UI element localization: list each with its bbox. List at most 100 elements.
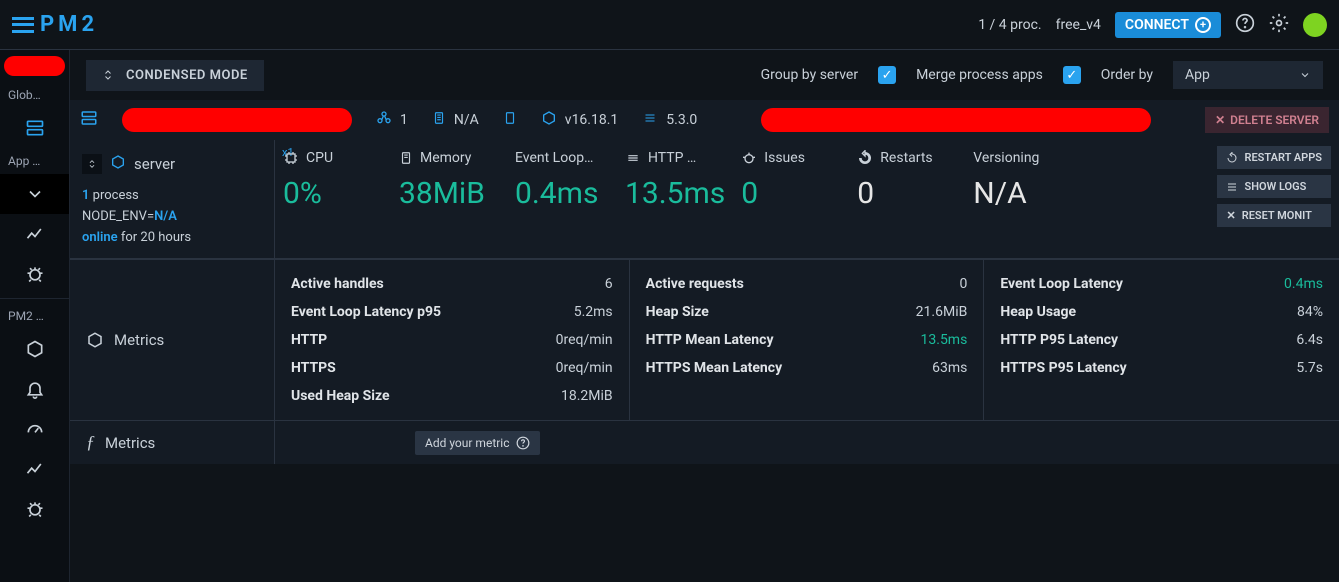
metric-row[interactable]: Heap Size 21.6MiB [646,298,968,326]
mem-value: N/A [454,112,479,128]
metric-key: Event Loop Latency [1000,276,1123,292]
main: CONDENSED MODE Group by server ✓ Merge p… [70,50,1339,582]
server-icon [80,109,98,131]
metric-row[interactable]: HTTP P95 Latency6.4s [1000,326,1323,354]
metric-value: 6.4s [1296,332,1323,348]
bug-icon [741,150,757,166]
collapse-button[interactable] [82,154,102,174]
status: online [82,230,118,245]
mem-stat: N/A [432,110,479,130]
memory-icon [432,110,446,130]
metric-row[interactable]: HTTP0req/min [291,326,613,354]
server-stat-bar: 1 N/A v16.18.1 5.3.0 ✕ DELETE SERVER [70,100,1339,140]
sidebar-item-gauge[interactable] [0,409,69,449]
help-icon[interactable] [1235,13,1255,37]
metric-key: HTTPS Mean Latency [646,360,782,376]
metric-row[interactable]: Active requests0 [646,270,968,298]
custom-metrics-label: ƒ Metrics [70,421,275,464]
metric-key: Heap Size [646,304,709,320]
order-by-select[interactable]: App [1173,61,1323,89]
sidebar-item-bug2[interactable] [0,489,69,529]
metric-version[interactable]: Versioning N/A [965,150,1095,211]
metric-row[interactable]: Event Loop Latency p955.2ms [291,298,613,326]
connect-label: CONNECT [1125,17,1189,33]
version-value: N/A [973,176,1087,211]
sidebar-item-servers[interactable] [0,108,69,148]
metric-row[interactable]: Active handles6 [291,270,613,298]
metric-http[interactable]: HTTP … 13.5ms [617,150,733,211]
metrics-col-2: Active requests0 Heap Size 21.6MiB HTTP Mea… [630,260,985,420]
merge-apps-checkbox[interactable]: ✓ [1063,66,1081,84]
condensed-mode-button[interactable]: CONDENSED MODE [86,60,264,91]
metric-row[interactable]: Heap Usage84% [1000,298,1323,326]
http-icon [625,151,641,165]
metrics-col-1: Active handles6Event Loop Latency p955.2… [275,260,630,420]
metric-key: HTTPS P95 Latency [1000,360,1126,376]
sidebar-section-global: Glob… [0,82,69,108]
custom-metrics-row: ƒ Metrics Add your metric [70,420,1339,464]
avatar[interactable] [1303,13,1327,37]
sidebar-section-pm2: PM2 … [0,303,69,329]
sidebar-item-notifications[interactable] [0,369,69,409]
metric-issues[interactable]: Issues 0 [733,150,849,211]
metric-memory[interactable]: Memory 38MiB [391,150,507,211]
sidebar-item-dropdown[interactable] [0,174,69,214]
connect-button[interactable]: CONNECT + [1115,12,1221,38]
gear-icon[interactable] [1269,13,1289,37]
metric-value: 0.4ms [1284,276,1323,292]
server-card: server x1 1 process NODE_ENV=N/A online … [70,140,1339,464]
http-value: 13.5ms [625,176,725,211]
logo[interactable]: PM2 [12,12,98,37]
hex-icon [110,154,126,174]
metrics-table: Metrics Active handles6Event Loop Latenc… [70,259,1339,420]
list-icon [1226,181,1238,193]
metric-row[interactable]: HTTP Mean Latency13.5ms [646,326,968,354]
metric-value: 84% [1297,304,1323,320]
cpu-value: 0% [283,176,383,211]
sidebar-item-modules[interactable] [0,329,69,369]
help-icon [516,436,530,450]
metric-key: HTTPS [291,360,336,376]
sidebar-item-bug[interactable] [0,254,69,294]
redacted-ip [761,108,1151,132]
reset-monit-button[interactable]: ✕ RESET MONIT [1217,204,1331,227]
metric-cpu[interactable]: CPU 0% [275,150,391,211]
metric-row[interactable]: HTTPS 0req/min [291,354,613,382]
sidebar-item-chart2[interactable] [0,449,69,489]
group-by-server-label: Group by server [761,67,858,83]
group-by-server-checkbox[interactable]: ✓ [878,66,896,84]
metric-value: 5.7s [1296,360,1323,376]
pm2-stat: 5.3.0 [642,112,697,128]
metric-row[interactable]: HTTPS Mean Latency63ms [646,354,968,382]
metric-value: 21.6MiB [916,304,968,320]
metric-row[interactable]: Used Heap Size18.2MiB [291,382,613,410]
env-key: NODE_ENV= [82,209,154,224]
issues-value: 0 [741,176,841,211]
restart-icon [857,150,873,166]
restart-apps-button[interactable]: RESTART APPS [1217,146,1331,169]
condensed-label: CONDENSED MODE [126,68,248,83]
show-logs-button[interactable]: SHOW LOGS [1217,175,1331,198]
cluster-value: 1 [400,112,408,128]
cpu-icon [283,150,299,166]
metric-key: Event Loop Latency p95 [291,304,441,320]
metric-restarts[interactable]: Restarts 0 [849,150,965,211]
filter-bar: CONDENSED MODE Group by server ✓ Merge p… [70,50,1339,100]
metrics-label: Metrics [70,260,275,420]
metric-row[interactable]: Event Loop Latency 0.4ms [1000,270,1323,298]
node-stat: v16.18.1 [541,110,619,130]
close-icon: ✕ [1226,209,1235,222]
sidebar-item-chart[interactable] [0,214,69,254]
metric-key: Active handles [291,276,384,292]
add-metric-button[interactable]: Add your metric [415,431,540,455]
metric-key: Active requests [646,276,744,292]
metric-loop[interactable]: Event Loop… 0.4ms [507,150,617,211]
delete-server-button[interactable]: ✕ DELETE SERVER [1205,107,1329,133]
metric-value: 0req/min [556,360,613,376]
metrics-col-3: Event Loop Latency0.4msHeap Usage84%HTTP… [984,260,1339,420]
process-name[interactable]: server [134,155,175,173]
menu-icon[interactable] [12,17,34,33]
node-version: v16.18.1 [565,112,619,128]
metric-row[interactable]: HTTPS P95 Latency 5.7s [1000,354,1323,382]
top-bar: PM2 1 / 4 proc. free_v4 CONNECT + [0,0,1339,50]
